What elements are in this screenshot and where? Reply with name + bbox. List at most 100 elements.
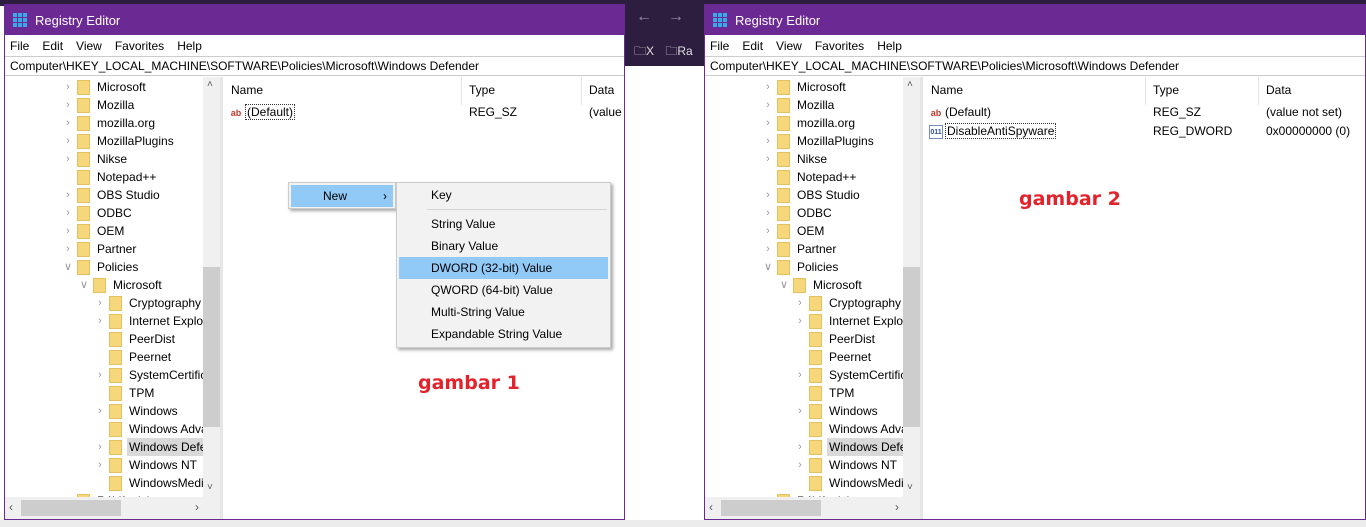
submenu-item[interactable]: Binary Value — [399, 235, 608, 257]
column-header-data[interactable]: Data — [589, 83, 614, 97]
chevron-right-icon[interactable]: › — [795, 438, 805, 456]
chevron-right-icon[interactable]: › — [795, 402, 805, 420]
scroll-down-icon[interactable]: ˅ — [907, 482, 913, 493]
tree-item[interactable]: › SystemCertific — [795, 366, 907, 384]
tree-item[interactable]: › mozilla.org — [63, 114, 175, 132]
submenu-item[interactable]: Expandable String Value — [399, 323, 608, 345]
chevron-right-icon[interactable]: › — [63, 132, 73, 150]
tree-item[interactable]: PeerDist — [795, 330, 907, 348]
horizontal-scrollbar[interactable]: ‹ › — [5, 497, 220, 519]
chevron-right-icon[interactable]: › — [763, 114, 773, 132]
column-header-data[interactable]: Data — [1266, 83, 1291, 97]
submenu-item[interactable]: DWORD (32-bit) Value — [399, 257, 608, 279]
chevron-right-icon[interactable]: › — [63, 204, 73, 222]
chevron-down-icon[interactable]: ∨ — [79, 276, 89, 294]
tree-item[interactable]: ∨ Policies — [63, 258, 175, 276]
scroll-thumb[interactable] — [903, 267, 920, 427]
chevron-right-icon[interactable]: › — [95, 366, 105, 384]
tree-item[interactable]: › OBS Studio — [63, 186, 175, 204]
tree-item[interactable]: › Partner — [763, 240, 875, 258]
column-separator[interactable] — [1145, 77, 1146, 105]
chevron-right-icon[interactable]: › — [95, 402, 105, 420]
submenu-item[interactable]: String Value — [399, 213, 608, 235]
column-header-type[interactable]: Type — [469, 83, 495, 97]
menu-help[interactable]: Help — [877, 39, 902, 53]
address-bar[interactable]: Computer\HKEY_LOCAL_MACHINE\SOFTWARE\Pol… — [705, 56, 1365, 76]
chevron-right-icon[interactable]: › — [63, 186, 73, 204]
tree-item[interactable]: TPM — [795, 384, 907, 402]
submenu-item[interactable]: Key — [399, 184, 608, 206]
chevron-right-icon[interactable]: › — [63, 240, 73, 258]
chevron-right-icon[interactable]: › — [763, 204, 773, 222]
submenu-item[interactable]: QWORD (64-bit) Value — [399, 279, 608, 301]
tree-item[interactable]: › Cryptography — [95, 294, 207, 312]
chevron-right-icon[interactable]: › — [763, 222, 773, 240]
chevron-right-icon[interactable]: › — [63, 114, 73, 132]
chevron-right-icon[interactable]: › — [795, 456, 805, 474]
tree-item[interactable]: Notepad++ — [63, 168, 175, 186]
menu-file[interactable]: File — [710, 39, 729, 53]
tree-item[interactable]: › OEM — [63, 222, 175, 240]
tree-item[interactable]: Peernet — [795, 348, 907, 366]
tree-item[interactable]: PeerDist — [95, 330, 207, 348]
tree-item[interactable]: › ODBC — [63, 204, 175, 222]
chevron-down-icon[interactable]: ∨ — [63, 258, 73, 276]
tree-item[interactable]: › Internet Explor — [795, 312, 907, 330]
chevron-down-icon[interactable]: ∨ — [779, 276, 789, 294]
chevron-right-icon[interactable]: › — [763, 240, 773, 258]
tree-item[interactable]: TPM — [95, 384, 207, 402]
menu-view[interactable]: View — [776, 39, 802, 53]
tree-item[interactable]: › Mozilla — [763, 96, 875, 114]
chevron-right-icon[interactable]: › — [95, 294, 105, 312]
chevron-right-icon[interactable]: › — [95, 438, 105, 456]
chevron-right-icon[interactable]: › — [63, 222, 73, 240]
column-header-name[interactable]: Name — [231, 83, 263, 97]
column-header-type[interactable]: Type — [1153, 83, 1179, 97]
tree-item[interactable]: › Nikse — [763, 150, 875, 168]
chevron-right-icon[interactable]: › — [95, 456, 105, 474]
menu-favorites[interactable]: Favorites — [815, 39, 864, 53]
chevron-down-icon[interactable]: ∨ — [763, 258, 773, 276]
scroll-left-icon[interactable]: ‹ — [9, 500, 13, 514]
column-header-name[interactable]: Name — [931, 83, 963, 97]
chevron-right-icon[interactable]: › — [795, 294, 805, 312]
scroll-thumb[interactable] — [721, 500, 821, 516]
tree-item[interactable]: › Windows — [95, 402, 207, 420]
submenu-item[interactable]: Multi-String Value — [399, 301, 608, 323]
tree-item[interactable]: › SystemCertific — [95, 366, 207, 384]
scroll-right-icon[interactable]: › — [895, 500, 899, 514]
tree-item[interactable]: › OBS Studio — [763, 186, 875, 204]
scroll-left-icon[interactable]: ‹ — [709, 500, 713, 514]
tree-item[interactable]: › mozilla.org — [763, 114, 875, 132]
menu-edit[interactable]: Edit — [742, 39, 763, 53]
menu-view[interactable]: View — [76, 39, 102, 53]
registry-tree[interactable]: › Microsoft › Mozilla › mozilla.org › MozillaPl… — [5, 77, 223, 519]
tree-item[interactable]: › Windows Defe — [95, 438, 207, 456]
tree-item[interactable]: ∨ Microsoft — [79, 276, 191, 294]
tree-item[interactable]: › Microsoft — [63, 78, 175, 96]
column-separator[interactable] — [461, 77, 462, 105]
scroll-up-icon[interactable]: ˄ — [907, 79, 913, 90]
tree-item[interactable]: WindowsMedi — [95, 474, 207, 492]
tree-item[interactable]: › Mozilla — [63, 96, 175, 114]
chevron-right-icon[interactable]: › — [763, 96, 773, 114]
chevron-right-icon[interactable]: › — [795, 312, 805, 330]
scroll-right-icon[interactable]: › — [195, 500, 199, 514]
tree-item[interactable]: › Partner — [63, 240, 175, 258]
tree-item[interactable]: › Windows — [795, 402, 907, 420]
tree-item[interactable]: › Windows NT — [795, 456, 907, 474]
chevron-right-icon[interactable]: › — [763, 78, 773, 96]
forward-arrow-icon[interactable]: → — [668, 8, 684, 25]
menu-help[interactable]: Help — [177, 39, 202, 53]
scroll-thumb[interactable] — [21, 500, 121, 516]
tree-item[interactable]: › Internet Explor — [95, 312, 207, 330]
vertical-scrollbar[interactable]: ˄ ˅ — [203, 77, 220, 497]
back-arrow-icon[interactable]: ← — [636, 8, 652, 25]
column-separator[interactable] — [1258, 77, 1259, 105]
tree-item[interactable]: › OEM — [763, 222, 875, 240]
tree-item[interactable]: › MozillaPlugins — [763, 132, 875, 150]
tree-item[interactable]: ∨ Microsoft — [779, 276, 891, 294]
tree-item[interactable]: Windows Adva — [95, 420, 207, 438]
bookmark-ra[interactable]: 🗀Ra — [665, 44, 692, 58]
tree-item[interactable]: › ODBC — [763, 204, 875, 222]
